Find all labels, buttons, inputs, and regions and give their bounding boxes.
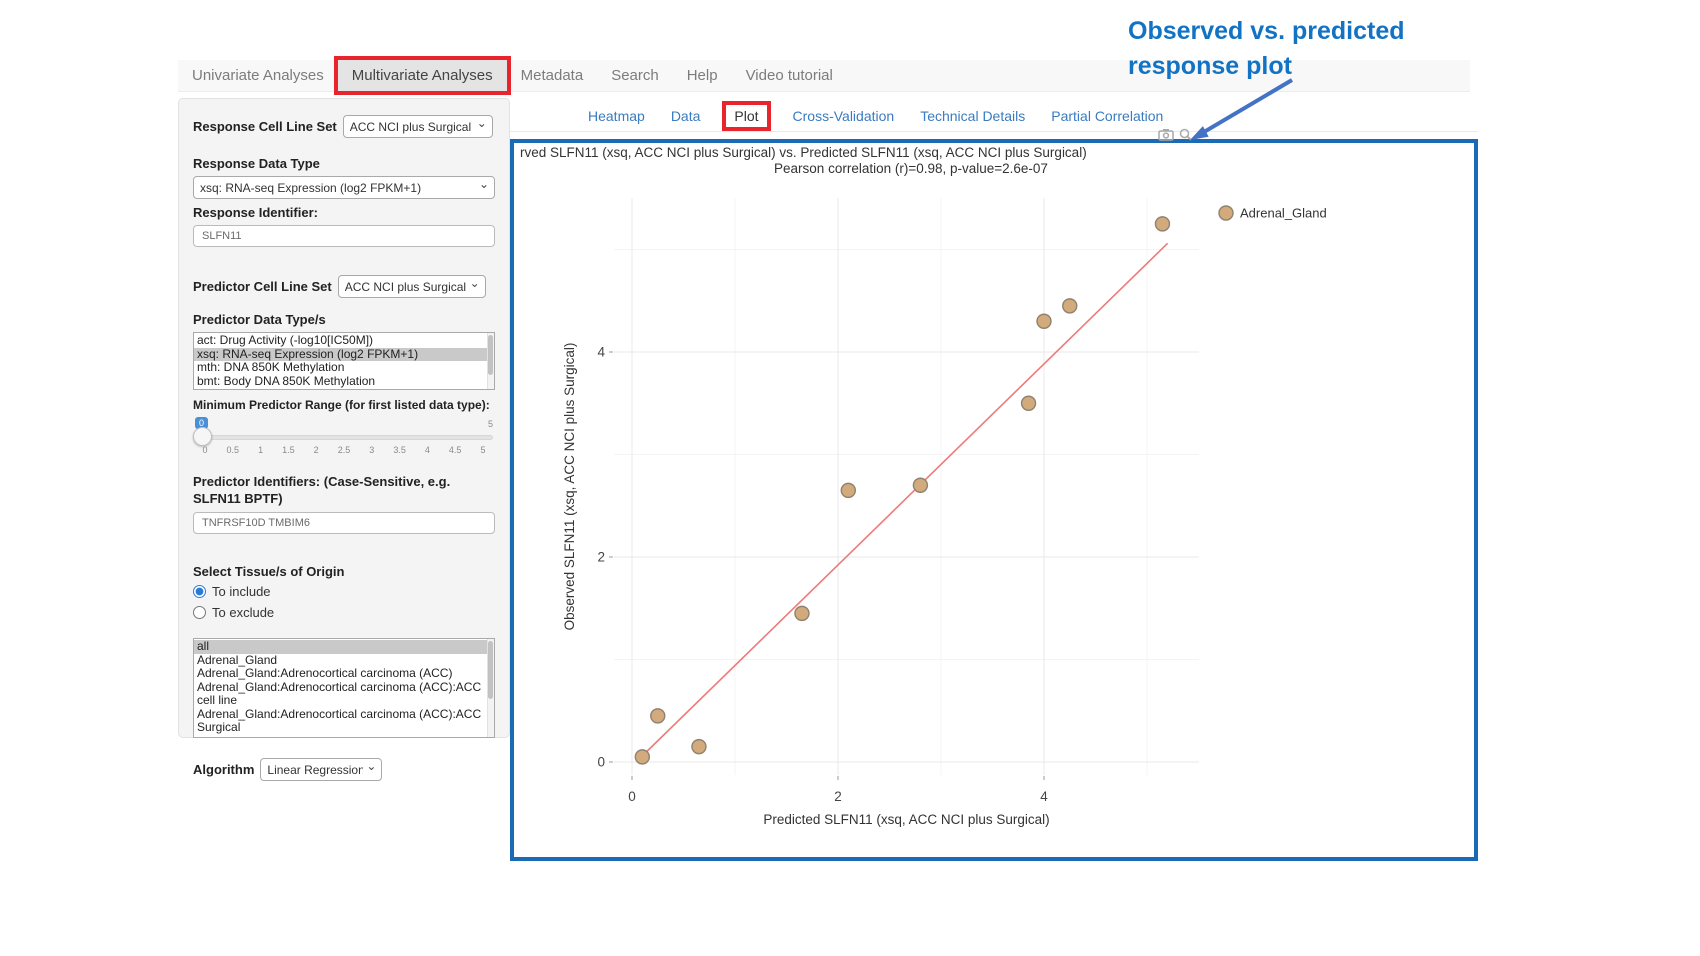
- tissue-option[interactable]: Adrenal_Gland: [194, 654, 494, 668]
- tissue-listbox[interactable]: all Adrenal_Gland Adrenal_Gland:Adrenoco…: [193, 638, 495, 738]
- tab[interactable]: Partial Correlation: [1051, 108, 1163, 124]
- nav-item-label: Metadata: [521, 67, 584, 84]
- tab[interactable]: Technical Details: [920, 108, 1025, 124]
- predictor-data-type-option[interactable]: xsq: RNA-seq Expression (log2 FPKM+1): [194, 348, 494, 362]
- predictor-data-type-option[interactable]: bmt: Body DNA 850K Methylation: [194, 375, 494, 389]
- svg-text:Observed SLFN11 (xsq, ACC NCI: Observed SLFN11 (xsq, ACC NCI plus Surgi…: [562, 343, 577, 631]
- tissue-option[interactable]: Adrenal_Gland:Adrenocortical carcinoma (…: [194, 681, 494, 708]
- nav-item-label: Multivariate Analyses: [352, 67, 493, 84]
- tissue-option[interactable]: Adrenal_Gland:Adrenocortical carcinoma (…: [194, 708, 494, 735]
- nav-item-label: Search: [611, 67, 659, 84]
- svg-text:0: 0: [628, 789, 636, 804]
- algorithm-label: Algorithm: [193, 762, 254, 777]
- predictor-data-types-label: Predictor Data Type/s: [193, 312, 495, 327]
- nav-item[interactable]: Univariate Analyses: [178, 60, 338, 91]
- min-predictor-range-slider: 0 5 00.511.522.533.544.55: [195, 417, 493, 461]
- nav-item-label: Univariate Analyses: [192, 67, 324, 84]
- tab[interactable]: Plot: [726, 105, 766, 127]
- nav-item[interactable]: Video tutorial: [732, 60, 847, 91]
- svg-text:Predicted SLFN11 (xsq, ACC NCI: Predicted SLFN11 (xsq, ACC NCI plus Surg…: [763, 812, 1049, 827]
- tissue-option[interactable]: Adrenal_Gland:Adrenocortical carcinoma (…: [194, 667, 494, 681]
- nav-item-label: Help: [687, 67, 718, 84]
- svg-text:2: 2: [597, 550, 605, 565]
- control-sidebar: Response Cell Line Set ACC NCI plus Surg…: [178, 98, 510, 738]
- nav-item[interactable]: Search: [597, 60, 673, 91]
- nav-item[interactable]: Metadata: [507, 60, 598, 91]
- listbox-scrollbar[interactable]: [487, 333, 494, 389]
- plot-tabs: Heatmap Data Plot Cross-Validation Techn…: [510, 100, 1478, 132]
- tab[interactable]: Cross-Validation: [793, 108, 895, 124]
- response-cell-line-set-select[interactable]: ACC NCI plus Surgical: [343, 115, 493, 138]
- annotation-arrow: [1182, 76, 1302, 146]
- listbox-scrollbar[interactable]: [487, 639, 494, 737]
- legend-label: Adrenal_Gland: [1240, 206, 1327, 221]
- predictor-cell-line-set-label: Predictor Cell Line Set: [193, 279, 332, 294]
- predictor-data-types-listbox[interactable]: act: Drug Activity (-log10[IC50M]) xsq: …: [193, 332, 495, 390]
- tissue-origin-radio[interactable]: To exclude: [193, 605, 495, 620]
- svg-text:4: 4: [597, 345, 605, 360]
- min-predictor-range-label: Minimum Predictor Range (for first liste…: [193, 398, 495, 412]
- tissue-origin-label: Select Tissue/s of Origin: [193, 564, 495, 579]
- response-identifier-label: Response Identifier:: [193, 205, 495, 220]
- predictor-identifiers-label: Predictor Identifiers: (Case-Sensitive, …: [193, 473, 495, 507]
- predictor-data-type-option[interactable]: act: Drug Activity (-log10[IC50M]): [194, 334, 494, 348]
- camera-icon[interactable]: [1158, 128, 1174, 141]
- tissue-origin-radios: To include To exclude: [193, 584, 495, 620]
- tissue-origin-radio[interactable]: To include: [193, 584, 495, 599]
- slider-tick-labels: 00.511.522.533.544.55: [195, 445, 493, 455]
- plot-svg[interactable]: 0 2 4 0 2 4 Predicted SLFN11 (xsq, ACC NCI plu…: [514, 143, 1474, 857]
- predictor-identifiers-input[interactable]: [193, 512, 495, 534]
- algorithm-select[interactable]: Linear Regression: [260, 758, 382, 781]
- nav-item-label: Video tutorial: [746, 67, 833, 84]
- slider-max-label: 5: [488, 419, 493, 429]
- legend-marker: [1219, 206, 1233, 220]
- annotation-observed-vs-predicted: Observed vs. predicted response plot: [1128, 14, 1438, 84]
- observed-vs-predicted-plot-panel: rved SLFN11 (xsq, ACC NCI plus Surgical)…: [510, 139, 1478, 861]
- tab[interactable]: Heatmap: [588, 108, 645, 124]
- response-cell-line-set-label: Response Cell Line Set: [193, 119, 337, 134]
- svg-text:4: 4: [1040, 789, 1048, 804]
- predictor-cell-line-set-select[interactable]: ACC NCI plus Surgical: [338, 275, 486, 298]
- svg-text:0: 0: [597, 755, 605, 770]
- svg-text:2: 2: [834, 789, 842, 804]
- response-data-type-select[interactable]: xsq: RNA-seq Expression (log2 FPKM+1): [193, 176, 495, 199]
- tab[interactable]: Data: [671, 108, 701, 124]
- slider-track[interactable]: [195, 435, 493, 440]
- predictor-data-type-option[interactable]: mth: DNA 850K Methylation: [194, 361, 494, 375]
- tissue-option[interactable]: all: [194, 640, 494, 654]
- response-identifier-input[interactable]: [193, 225, 495, 247]
- nav-item[interactable]: Help: [673, 60, 732, 91]
- response-data-type-label: Response Data Type: [193, 156, 495, 171]
- slider-handle[interactable]: [193, 427, 212, 446]
- nav-item[interactable]: Multivariate Analyses: [338, 60, 507, 91]
